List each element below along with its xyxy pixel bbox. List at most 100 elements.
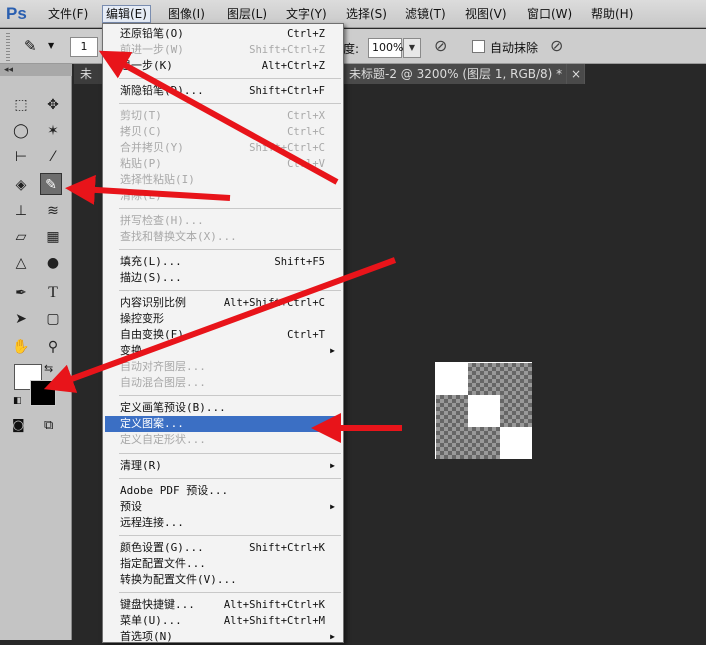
edit-menu-item[interactable]: 粘贴(P) Ctrl+V	[105, 156, 341, 172]
menu-item-label: 选择性粘贴(I)	[120, 173, 195, 186]
menu-help[interactable]: 帮助(H)	[588, 5, 636, 23]
eraser-tool-icon[interactable]: ▱	[10, 226, 32, 248]
menu-select[interactable]: 选择(S)	[343, 5, 390, 23]
pattern-cell	[500, 395, 532, 427]
preset-dropdown-icon[interactable]: ▼	[48, 41, 54, 50]
path-selection-tool-icon[interactable]: ➤	[10, 308, 32, 330]
default-colors-icon[interactable]: ◧	[13, 396, 22, 406]
edit-menu-item[interactable]: 变换 ▶	[105, 343, 341, 359]
options-grip[interactable]	[6, 33, 10, 61]
edit-menu-item[interactable]: 首选项(N) ▶	[105, 629, 341, 645]
edit-menu-item[interactable]: 定义自定形状...	[105, 432, 341, 448]
crop-tool-icon[interactable]: ⊢	[10, 146, 32, 168]
pattern-cell	[436, 395, 468, 427]
swap-colors-icon[interactable]: ⇆	[44, 362, 53, 375]
menu-layer[interactable]: 图层(L)	[224, 5, 270, 23]
edit-menu-item[interactable]: 定义图案...	[105, 416, 341, 432]
edit-menu-item[interactable]: 菜单(U)... Alt+Shift+Ctrl+M	[105, 613, 341, 629]
menu-edit[interactable]: 编辑(E)	[102, 5, 151, 23]
menu-window[interactable]: 窗口(W)	[524, 5, 575, 23]
edit-menu-item[interactable]: 前进一步(W) Shift+Ctrl+Z	[105, 42, 341, 58]
foreground-color-swatch[interactable]	[30, 380, 56, 406]
edit-menu-item[interactable]: 颜色设置(G)... Shift+Ctrl+K	[105, 540, 341, 556]
menu-item-label: 转换为配置文件(V)...	[120, 573, 237, 586]
brush-size-field[interactable]: 1	[70, 37, 98, 57]
quick-mask-icon[interactable]: ◙	[12, 418, 25, 433]
airbrush-pressure-icon[interactable]: ⊘	[434, 36, 447, 55]
tools-panel-collapse-icon[interactable]: ◂◂	[0, 64, 72, 76]
tab-close-icon[interactable]: ×	[567, 64, 585, 84]
clone-stamp-tool-icon[interactable]: ⊥	[10, 200, 32, 222]
zoom-tool-icon[interactable]: ⚲	[42, 336, 64, 358]
menu-image[interactable]: 图像(I)	[165, 5, 208, 23]
edit-menu-item[interactable]: 操控变形	[105, 311, 341, 327]
menu-item-label: 前进一步(W)	[120, 43, 184, 56]
edit-menu-item[interactable]: 选择性粘贴(I)	[105, 172, 341, 188]
tablet-pressure-icon[interactable]: ⊘	[550, 36, 563, 55]
gradient-tool-icon[interactable]: ▦	[42, 226, 64, 248]
edit-menu-item[interactable]: 转换为配置文件(V)...	[105, 572, 341, 588]
edit-menu-item[interactable]: 内容识别比例 Alt+Shift+Ctrl+C	[105, 295, 341, 311]
opacity-field[interactable]: 100%	[368, 38, 403, 58]
menu-item-label: 预设	[120, 500, 142, 513]
rectangle-tool-icon[interactable]: ▢	[42, 308, 64, 330]
menu-item-label: 定义画笔预设(B)...	[120, 401, 226, 414]
edit-menu-item[interactable]: 定义画笔预设(B)...	[105, 400, 341, 416]
edit-menu-item[interactable]: 自由变换(F) Ctrl+T	[105, 327, 341, 343]
menu-item-shortcut: Shift+F5	[274, 256, 325, 268]
edit-menu-item[interactable]: 填充(L)... Shift+F5	[105, 254, 341, 270]
blur-tool-icon[interactable]: △	[10, 252, 32, 274]
magic-wand-tool-icon[interactable]: ✶	[42, 120, 64, 142]
pattern-cell	[468, 427, 500, 459]
screen-mode-icon[interactable]: ⧉	[44, 418, 53, 433]
edit-menu-item[interactable]: 拼写检查(H)...	[105, 213, 341, 229]
menu-item-label: 退一步(K)	[120, 59, 173, 72]
edit-menu-item[interactable]: 键盘快捷键... Alt+Shift+Ctrl+K	[105, 597, 341, 613]
dodge-tool-icon[interactable]: ●	[42, 252, 64, 274]
menu-type[interactable]: 文字(Y)	[283, 5, 330, 23]
edit-menu-item[interactable]: 剪切(T) Ctrl+X	[105, 108, 341, 124]
edit-menu-item[interactable]: 指定配置文件...	[105, 556, 341, 572]
lasso-tool-icon[interactable]: ◯	[10, 120, 32, 142]
edit-menu-item[interactable]: 远程连接...	[105, 515, 341, 531]
edit-menu-item[interactable]: Adobe PDF 预设...	[105, 483, 341, 499]
edit-menu-item[interactable]: 自动混合图层...	[105, 375, 341, 391]
pattern-cell	[500, 427, 532, 459]
menu-file[interactable]: 文件(F)	[45, 5, 91, 23]
edit-menu-item[interactable]: 拷贝(C) Ctrl+C	[105, 124, 341, 140]
type-tool-icon[interactable]: T	[42, 282, 64, 304]
menu-item-shortcut: Alt+Shift+Ctrl+K	[223, 599, 325, 611]
edit-menu-item[interactable]: 自动对齐图层...	[105, 359, 341, 375]
menu-separator	[119, 592, 341, 593]
edit-menu-item[interactable]: 查找和替换文本(X)...	[105, 229, 341, 245]
hand-tool-icon[interactable]: ✋	[10, 336, 32, 358]
edit-menu-item[interactable]: 还原铅笔(O) Ctrl+Z	[105, 26, 341, 42]
edit-menu-item[interactable]: 清理(R) ▶	[105, 458, 341, 474]
spot-healing-tool-icon[interactable]: ◈	[10, 174, 32, 196]
auto-erase-checkbox[interactable]	[472, 40, 485, 53]
move-tool-icon[interactable]: ✥	[42, 94, 64, 116]
marquee-tool-icon[interactable]: ⬚	[10, 94, 32, 116]
menu-item-label: 定义自定形状...	[120, 433, 206, 446]
menu-view[interactable]: 视图(V)	[462, 5, 510, 23]
edit-menu-item[interactable]: 合并拷贝(Y) Shift+Ctrl+C	[105, 140, 341, 156]
edit-menu-item[interactable]: 清除(E)	[105, 188, 341, 204]
eyedropper-tool-icon[interactable]: ⁄	[42, 146, 64, 168]
history-brush-tool-icon[interactable]: ≋	[42, 200, 64, 222]
submenu-arrow-icon: ▶	[330, 502, 335, 511]
menu-separator	[119, 249, 341, 250]
menu-separator	[119, 453, 341, 454]
edit-menu-item[interactable]: 渐隐铅笔(D)... Shift+Ctrl+F	[105, 83, 341, 99]
edit-menu-item[interactable]: 描边(S)...	[105, 270, 341, 286]
pen-tool-icon[interactable]: ✒	[10, 282, 32, 304]
menu-filter[interactable]: 滤镜(T)	[402, 5, 449, 23]
tab-document-2[interactable]: 未标题-2 @ 3200% (图层 1, RGB/8) *	[343, 64, 567, 84]
pencil-tool-icon[interactable]: ✎	[40, 173, 62, 195]
edit-menu-item[interactable]: 退一步(K) Alt+Ctrl+Z	[105, 58, 341, 74]
opacity-dropdown-icon[interactable]: ▼	[403, 38, 421, 58]
canvas-pattern[interactable]	[435, 362, 532, 459]
edit-menu-item[interactable]: 预设 ▶	[105, 499, 341, 515]
pencil-preset-icon[interactable]: ✎	[24, 37, 37, 55]
menu-item-shortcut: Ctrl+Z	[287, 28, 325, 40]
tab-document-1[interactable]: 未	[74, 64, 104, 84]
